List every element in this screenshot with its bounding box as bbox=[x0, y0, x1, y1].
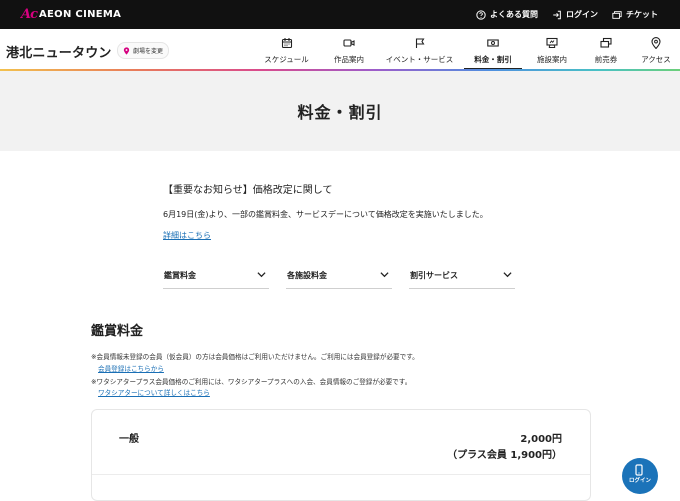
nav-access[interactable]: アクセス bbox=[630, 29, 680, 70]
dropdown-label: 割引サービス bbox=[410, 271, 458, 280]
chevron-down-icon bbox=[257, 272, 266, 278]
screen-icon bbox=[546, 37, 558, 48]
logo-mark: Ac bbox=[21, 7, 38, 22]
nav-label: 料金・割引 bbox=[474, 55, 512, 64]
faq-label: よくある質問 bbox=[490, 10, 538, 19]
change-theater-button[interactable]: 劇場を変更 bbox=[117, 42, 170, 59]
nav-label: 作品案内 bbox=[334, 55, 364, 64]
nav-label: アクセス bbox=[641, 55, 671, 64]
location-pin-icon bbox=[123, 46, 130, 55]
nav-label: イベント・サービス bbox=[385, 55, 454, 64]
nav-advance-tickets[interactable]: 前売券 bbox=[582, 29, 630, 70]
nav-prices[interactable]: 料金・割引 bbox=[464, 29, 522, 70]
location-icon bbox=[651, 37, 661, 49]
money-icon bbox=[487, 39, 499, 47]
flag-icon bbox=[415, 38, 424, 48]
login-label: ログイン bbox=[566, 10, 598, 19]
main-nav: スケジュール 作品案内 イベント・サービス 料金・割引 施設案内 前売券 アクセ… bbox=[250, 29, 680, 70]
ticket-link[interactable]: チケット bbox=[612, 9, 658, 20]
calendar-icon bbox=[281, 38, 292, 49]
nav-label: スケジュール bbox=[264, 55, 309, 64]
nav-label: 前売券 bbox=[594, 55, 618, 64]
dropdown-discounts[interactable]: 割引サービス bbox=[409, 266, 515, 289]
theater-name: 港北ニュータウン bbox=[6, 46, 112, 61]
floating-login-button[interactable]: ログイン bbox=[622, 458, 658, 494]
dropdown-viewing-prices[interactable]: 鑑賞料金 bbox=[163, 266, 269, 289]
phone-icon bbox=[635, 464, 643, 476]
member-note: ※会員情報未登録の会員（仮会員）の方は会員価格はご利用いただけません。ご利用には… bbox=[91, 353, 419, 361]
fab-label: ログイン bbox=[628, 478, 651, 484]
member-price-value: （プラス会員 1,900円） bbox=[447, 450, 562, 461]
top-bar: Ac AEON CINEMA よくある質問 ログイン チケット bbox=[0, 0, 680, 29]
price-category: 一般 bbox=[119, 434, 139, 445]
dropdown-label: 各施設料金 bbox=[287, 271, 327, 280]
question-icon bbox=[476, 9, 486, 20]
chevron-down-icon bbox=[380, 272, 389, 278]
price-value: 2,000円 bbox=[520, 434, 562, 445]
ticket-label: チケット bbox=[626, 10, 658, 19]
video-icon bbox=[343, 39, 355, 47]
page-title-band: 料金・割引 bbox=[0, 71, 680, 151]
watatheater-info-link[interactable]: ワタシアターについて詳しくはこちら bbox=[98, 387, 210, 397]
nav-movies[interactable]: 作品案内 bbox=[323, 29, 375, 70]
nav-events[interactable]: イベント・サービス bbox=[375, 29, 464, 70]
ticket-icon bbox=[612, 10, 622, 19]
notice-details-link[interactable]: 詳細はこちら bbox=[163, 230, 211, 241]
member-registration-link[interactable]: 会員登録はこちらから bbox=[98, 363, 164, 373]
aeon-cinema-logo[interactable]: Ac AEON CINEMA bbox=[21, 6, 121, 23]
notice-body: 6月19日(金)より、一部の鑑賞料金、サービスデーについて価格改定を実施いたしま… bbox=[163, 210, 488, 219]
price-card: 一般 2,000円 （プラス会員 1,900円） bbox=[91, 409, 591, 501]
nav-label: 施設案内 bbox=[537, 55, 567, 64]
chevron-down-icon bbox=[503, 272, 512, 278]
login-link[interactable]: ログイン bbox=[552, 9, 598, 20]
site-header: 港北ニュータウン 劇場を変更 スケジュール 作品案内 イベント・サービス 料金・… bbox=[0, 29, 680, 70]
section-title: 鑑賞料金 bbox=[91, 324, 144, 339]
nav-facilities[interactable]: 施設案内 bbox=[522, 29, 582, 70]
dropdown-facility-prices[interactable]: 各施設料金 bbox=[286, 266, 392, 289]
plus-member-note: ※ワタシアタープラス会員価格のご利用には、ワタシアタープラスへの入会、会員情報の… bbox=[91, 378, 412, 386]
tickets-icon bbox=[600, 37, 612, 48]
change-theater-label: 劇場を変更 bbox=[133, 48, 164, 55]
notice-title: 【重要なお知らせ】価格改定に関して bbox=[163, 185, 333, 196]
login-icon bbox=[553, 10, 561, 19]
faq-link[interactable]: よくある質問 bbox=[476, 9, 538, 20]
page-title: 料金・割引 bbox=[297, 103, 383, 122]
nav-schedule[interactable]: スケジュール bbox=[250, 29, 323, 70]
top-links: よくある質問 ログイン チケット bbox=[476, 0, 658, 29]
logo-text: AEON CINEMA bbox=[39, 9, 122, 20]
dropdown-label: 鑑賞料金 bbox=[164, 271, 196, 280]
card-divider bbox=[92, 474, 590, 475]
